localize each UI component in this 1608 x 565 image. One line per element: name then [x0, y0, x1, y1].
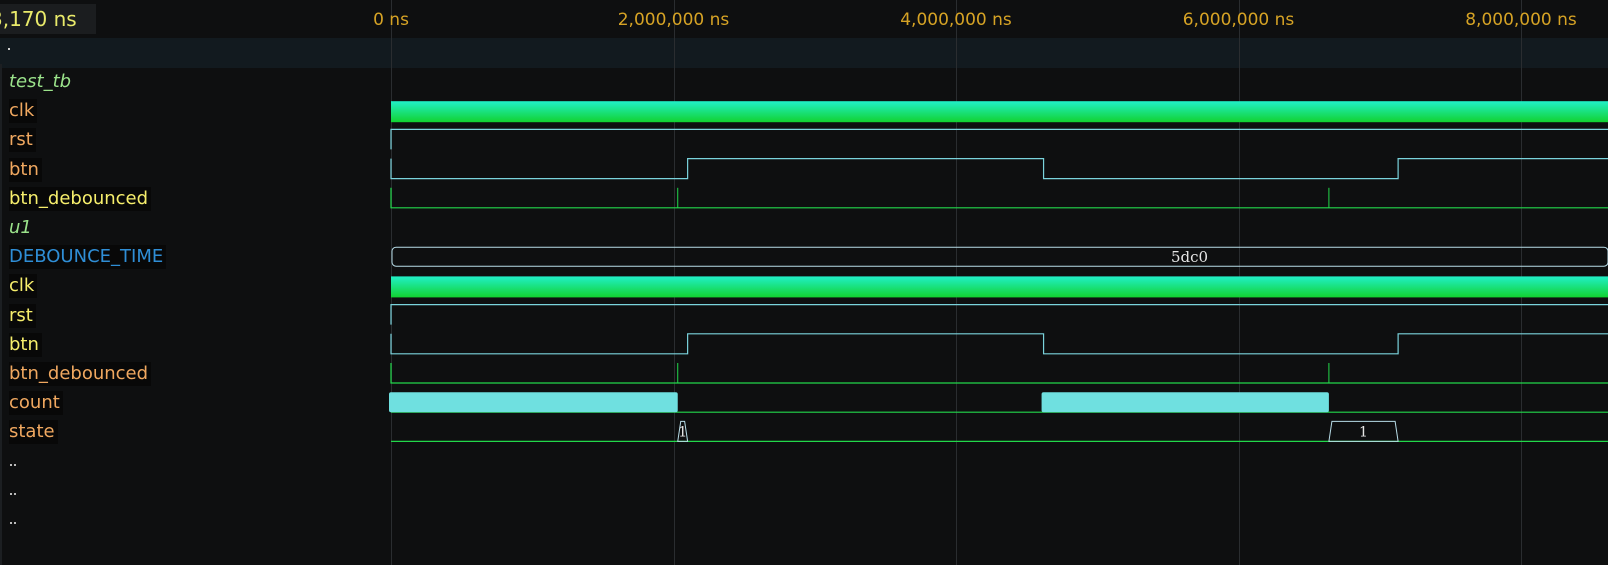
- signal-name[interactable]: rst: [9, 303, 36, 328]
- bit-wave: [390, 158, 1608, 180]
- state-value-label: 1: [678, 424, 687, 440]
- clock-wave: [391, 101, 1608, 123]
- const-value-label: 5dc0: [1171, 248, 1208, 266]
- signal-name[interactable]: btn: [9, 332, 42, 357]
- bit-wave: [390, 333, 1608, 355]
- collapsed-row-marker[interactable]: [10, 477, 16, 501]
- scope-name[interactable]: u1: [9, 216, 35, 240]
- signal-name[interactable]: clk: [9, 274, 38, 299]
- bus-busy-segment: [389, 392, 678, 413]
- bit-wave: [390, 128, 1608, 150]
- collapsed-row-marker[interactable]: [10, 448, 16, 472]
- scope-name[interactable]: test_tb: [9, 70, 74, 94]
- bit-wave: [390, 187, 1608, 209]
- signal-name[interactable]: btn_debounced: [9, 362, 152, 386]
- const-value-box: [391, 246, 1608, 267]
- signal-name[interactable]: btn_debounced: [9, 186, 152, 211]
- waveform-viewer: 3,170 ns 0 ns2,000,000 ns4,000,000 ns6,0…: [0, 0, 1608, 565]
- collapsed-row-marker[interactable]: [10, 506, 16, 530]
- bit-wave: [390, 363, 1608, 384]
- signal-name[interactable]: clk: [9, 99, 38, 124]
- clock-wave: [391, 276, 1608, 298]
- state-value-label: 1: [1359, 424, 1368, 440]
- bus-busy-segment: [1041, 392, 1329, 413]
- signal-name-list: test_tbclk rst btn btn_debounced u1 DEBOUNCE_…: [0, 0, 390, 565]
- bit-wave: [390, 304, 1608, 325]
- signal-name[interactable]: btn: [9, 157, 42, 182]
- signal-name[interactable]: rst: [9, 128, 36, 153]
- signal-name[interactable]: DEBOUNCE_TIME: [9, 245, 167, 270]
- signal-name[interactable]: state: [9, 420, 58, 445]
- signal-name[interactable]: count: [9, 391, 63, 416]
